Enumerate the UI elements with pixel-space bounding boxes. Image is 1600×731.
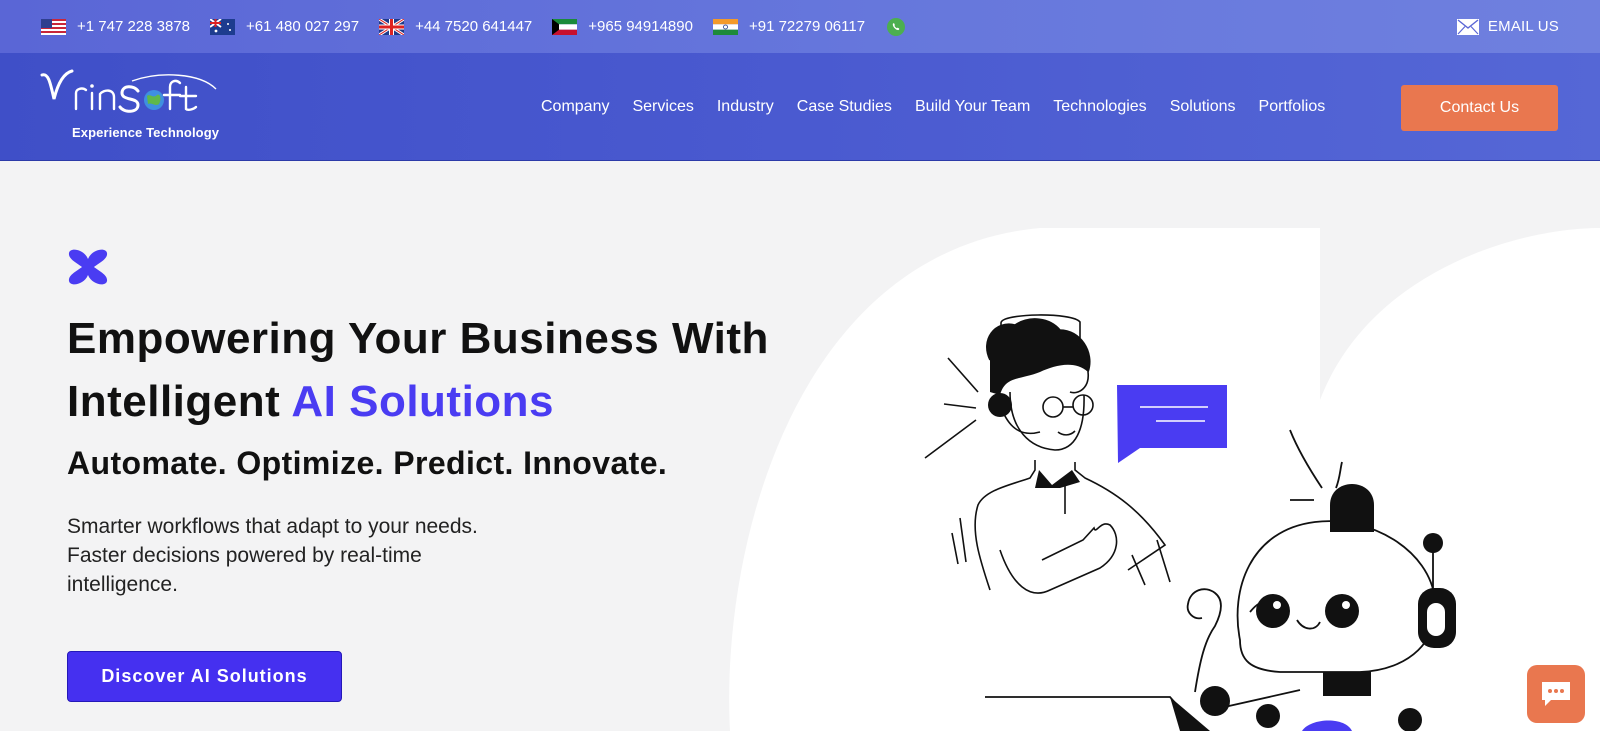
- envelope-icon: [1456, 18, 1479, 35]
- main-navbar: Experience Technology Company Services I…: [0, 53, 1600, 161]
- email-us-link[interactable]: EMAIL US: [1456, 0, 1559, 53]
- phone-number: +91 72279 06117: [748, 18, 866, 35]
- phone-number: +965 94914890: [588, 18, 693, 35]
- hero-title-line1: Empowering Your Business With: [67, 314, 769, 363]
- chat-widget-button[interactable]: [1527, 665, 1585, 723]
- nav-item-services[interactable]: Services: [632, 98, 693, 116]
- nav-item-solutions[interactable]: Solutions: [1170, 98, 1236, 116]
- logo-wordmark-icon: [40, 69, 217, 113]
- nav-item-technologies[interactable]: Technologies: [1053, 98, 1146, 116]
- nav-item-build-your-team[interactable]: Build Your Team: [915, 98, 1030, 116]
- chat-bubble-icon: [1542, 682, 1570, 706]
- nav-menu: Company Services Industry Case Studies B…: [541, 53, 1348, 161]
- india-flag-icon: [712, 18, 738, 35]
- hero-title: Empowering Your Business With Intelligen…: [67, 307, 769, 433]
- uk-flag-icon: [379, 18, 405, 35]
- discover-ai-solutions-button[interactable]: Discover AI Solutions: [67, 651, 342, 702]
- phone-in[interactable]: +91 72279 06117: [712, 18, 866, 35]
- us-flag-icon: [41, 18, 66, 35]
- hero-description-line: Smarter workflows that adapt to your nee…: [67, 515, 478, 538]
- nav-item-case-studies[interactable]: Case Studies: [797, 98, 892, 116]
- hero-description-line: Faster decisions powered by real-time: [67, 544, 422, 567]
- kuwait-flag-icon: [552, 18, 578, 35]
- nav-item-industry[interactable]: Industry: [717, 98, 774, 116]
- phone-kw[interactable]: +965 94914890: [552, 18, 693, 35]
- nav-item-portfolios[interactable]: Portfolios: [1259, 98, 1326, 116]
- phone-number: +1 747 228 3878: [77, 18, 191, 35]
- phone-us[interactable]: +1 747 228 3878: [41, 18, 190, 35]
- email-us-label: EMAIL US: [1487, 18, 1559, 35]
- logo-tagline: Experience Technology: [72, 125, 220, 140]
- phone-number: +61 480 027 297: [246, 18, 360, 35]
- whatsapp-icon[interactable]: [887, 17, 906, 36]
- phone-number: +44 7520 641447: [415, 18, 533, 35]
- hero-title-accent: AI Solutions: [291, 377, 555, 426]
- sparkle-icon: [66, 245, 110, 289]
- contact-us-button[interactable]: Contact Us: [1401, 85, 1558, 131]
- hero-title-plain: Intelligent: [67, 377, 292, 426]
- australia-flag-icon: [210, 18, 236, 35]
- nav-item-company[interactable]: Company: [541, 98, 609, 116]
- hero-description: Smarter workflows that adapt to your nee…: [67, 512, 567, 599]
- hero-subtitle: Automate. Optimize. Predict. Innovate.: [67, 445, 668, 481]
- phone-gb[interactable]: +44 7520 641447: [379, 18, 532, 35]
- hero-title-line2: Intelligent AI Solutions: [67, 370, 769, 433]
- hero-description-line: intelligence.: [67, 573, 178, 596]
- phone-au[interactable]: +61 480 027 297: [210, 18, 359, 35]
- contact-topbar: +1 747 228 3878 +61 480 027 297 +44 7520…: [0, 0, 1600, 53]
